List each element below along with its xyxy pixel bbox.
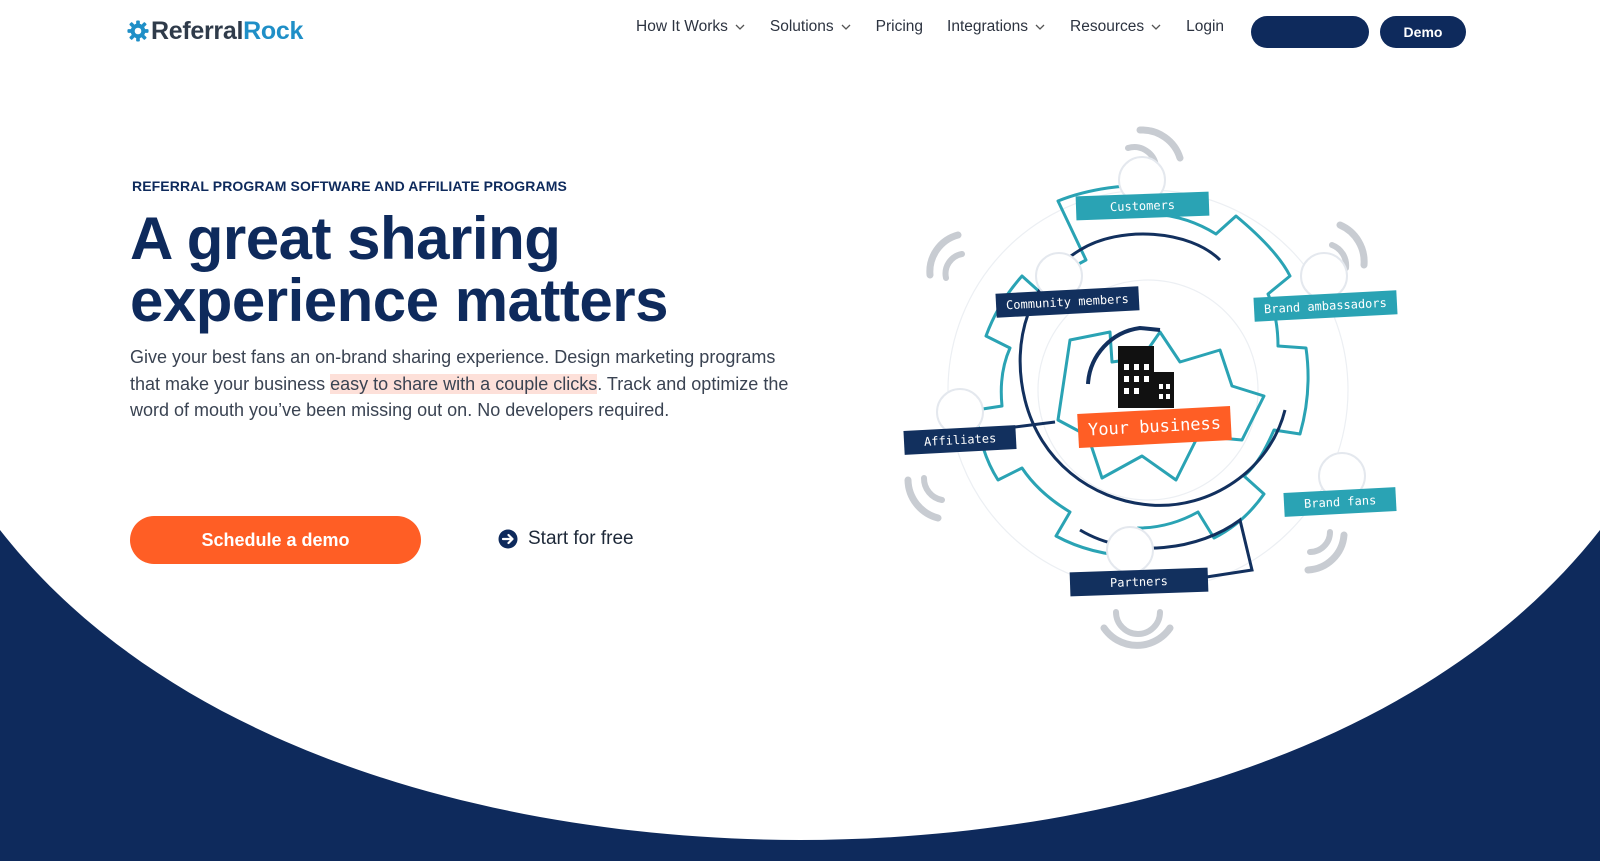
logo[interactable]: Referral Rock	[127, 14, 303, 48]
nav-label: How It Works	[636, 18, 728, 35]
signup-button[interactable]	[1251, 16, 1369, 48]
start-for-free-link[interactable]: Start for free	[498, 528, 634, 550]
customers-label: Customers	[1075, 191, 1210, 221]
referral-network-diagram: Customers Community members Brand ambass…	[880, 100, 1420, 670]
partners-label: Partners	[1069, 567, 1209, 597]
chevron-down-icon	[735, 24, 745, 30]
nav-login[interactable]: Login	[1186, 18, 1224, 36]
hero-copy-highlight: easy to share with a couple clicks	[330, 373, 598, 394]
hero-title-line1: A great sharing	[130, 205, 561, 272]
nav-pricing[interactable]: Pricing	[876, 18, 923, 36]
hero-title: A great sharing experience matters	[130, 208, 668, 332]
nav-how-it-works[interactable]: How It Works	[636, 18, 746, 36]
hero-title-line2: experience matters	[130, 267, 668, 334]
main-nav: How It Works Solutions Pricing Integrati…	[636, 18, 1248, 36]
chevron-down-icon	[1035, 24, 1045, 30]
building-icon	[1118, 346, 1174, 408]
chevron-down-icon	[1151, 24, 1161, 30]
start-for-free-label: Start for free	[528, 528, 634, 549]
logo-wordmark-referral: Referral	[151, 16, 244, 45]
partner-avatar	[1106, 526, 1154, 574]
nav-label: Pricing	[875, 18, 924, 35]
gear-logo-icon	[127, 20, 149, 42]
nav-solutions[interactable]: Solutions	[770, 18, 852, 36]
nav-label: Login	[1186, 18, 1225, 35]
demo-button[interactable]: Demo	[1380, 16, 1466, 48]
hero-eyebrow: REFERRAL PROGRAM SOFTWARE AND AFFILIATE …	[132, 178, 567, 194]
site-header: Referral Rock How It Works Solutions Pric…	[0, 0, 1600, 64]
chevron-down-icon	[841, 24, 851, 30]
nav-label: Integrations	[947, 18, 1029, 35]
nav-label: Solutions	[769, 18, 834, 35]
nav-integrations[interactable]: Integrations	[947, 18, 1046, 36]
hero-description: Give your best fans an on-brand sharing …	[130, 344, 790, 424]
nav-label: Resources	[1070, 18, 1145, 35]
logo-wordmark-rock: Rock	[243, 16, 304, 45]
schedule-demo-button[interactable]: Schedule a demo	[130, 516, 421, 564]
arrow-circle-right-icon	[498, 529, 518, 549]
nav-resources[interactable]: Resources	[1070, 18, 1162, 36]
